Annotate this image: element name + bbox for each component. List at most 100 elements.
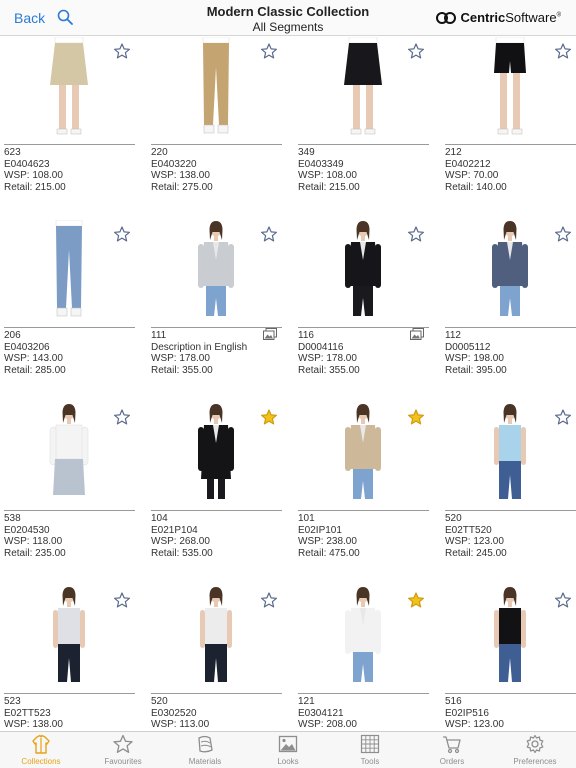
- card-divider: [4, 510, 135, 511]
- product-code: E0403206: [4, 341, 50, 353]
- product-number: 101: [298, 513, 315, 524]
- product-card[interactable]: 520 E0302520 WSP: 113.00: [151, 586, 282, 731]
- logo-text-software: Software: [505, 10, 557, 25]
- product-info: 520 E02TT520 WSP: 123.00 Retail: 245.00: [445, 513, 507, 559]
- product-card[interactable]: 520 E02TT520 WSP: 123.00 Retail: 245.00: [445, 403, 576, 583]
- product-retail: Retail: 535.00: [151, 547, 213, 559]
- favourite-star-filled-icon[interactable]: [261, 409, 277, 425]
- product-retail: Retail: 140.00: [445, 181, 507, 193]
- product-code: E02IP516: [445, 707, 489, 719]
- image-gallery-icon[interactable]: [263, 328, 277, 340]
- product-code: E0403220: [151, 158, 197, 170]
- product-code: Description in English: [151, 341, 248, 353]
- product-wsp: WSP: 108.00: [4, 170, 63, 182]
- product-retail: Retail: 355.00: [298, 364, 360, 376]
- product-number: 121: [298, 696, 315, 707]
- product-code: E0204530: [4, 524, 50, 536]
- favourite-star-icon[interactable]: [555, 43, 571, 59]
- product-card[interactable]: 101 E02IP101 WSP: 238.00 Retail: 475.00: [298, 403, 429, 583]
- product-card[interactable]: 206 E0403206 WSP: 143.00 Retail: 285.00: [4, 220, 135, 400]
- product-number: 520: [445, 513, 462, 524]
- favourite-star-icon[interactable]: [261, 43, 277, 59]
- favourite-star-icon[interactable]: [555, 409, 571, 425]
- product-wsp: WSP: 268.00: [151, 536, 210, 548]
- favourite-star-icon[interactable]: [114, 409, 130, 425]
- favourite-star-icon[interactable]: [114, 592, 130, 608]
- tab-looks[interactable]: Looks: [247, 732, 329, 768]
- product-card[interactable]: 111 Description in English WSP: 178.00 Reta…: [151, 220, 282, 400]
- product-retail: Retail: 245.00: [445, 547, 507, 559]
- image-gallery-icon[interactable]: [410, 328, 424, 340]
- logo-trademark: ®: [556, 12, 561, 19]
- favourite-star-icon[interactable]: [261, 592, 277, 608]
- product-card[interactable]: 523 E02TT523 WSP: 138.00: [4, 586, 135, 731]
- tab-preferences[interactable]: Preferences: [494, 732, 576, 768]
- product-code: E0404623: [4, 158, 50, 170]
- product-card[interactable]: 516 E02IP516 WSP: 123.00: [445, 586, 576, 731]
- product-code: D0004116: [298, 341, 344, 353]
- card-divider: [4, 693, 135, 694]
- product-card[interactable]: 538 E0204530 WSP: 118.00 Retail: 235.00: [4, 403, 135, 583]
- favourite-star-filled-icon[interactable]: [408, 409, 424, 425]
- card-divider: [151, 144, 282, 145]
- product-grid: 623 E0404623 WSP: 108.00 Retail: 215.00 220…: [0, 37, 576, 731]
- favourite-star-icon[interactable]: [114, 226, 130, 242]
- product-wsp: WSP: 138.00: [4, 719, 63, 731]
- product-code: E0302520: [151, 707, 197, 719]
- card-divider: [4, 327, 135, 328]
- product-info: 538 E0204530 WSP: 118.00 Retail: 235.00: [4, 513, 66, 559]
- tab-tools[interactable]: Tools: [329, 732, 411, 768]
- favourite-star-icon[interactable]: [408, 43, 424, 59]
- product-number: 516: [445, 696, 462, 707]
- product-card[interactable]: 220 E0403220 WSP: 138.00 Retail: 275.00: [151, 37, 282, 217]
- tab-label: Collections: [21, 757, 61, 766]
- tab-label: Favourites: [104, 757, 142, 766]
- product-info: 516 E02IP516 WSP: 123.00: [445, 696, 504, 731]
- product-info: 623 E0404623 WSP: 108.00 Retail: 215.00: [4, 147, 66, 193]
- product-wsp: WSP: 123.00: [445, 536, 504, 548]
- product-number: 111: [151, 330, 167, 341]
- product-card[interactable]: 104 E021P104 WSP: 268.00 Retail: 535.00: [151, 403, 282, 583]
- product-info: 112 D0005112 WSP: 198.00 Retail: 395.00: [445, 330, 507, 376]
- looks-icon: [278, 735, 298, 753]
- product-info: 121 E0304121 WSP: 208.00: [298, 696, 357, 731]
- product-retail: Retail: 275.00: [151, 181, 213, 193]
- product-card[interactable]: 121 E0304121 WSP: 208.00: [298, 586, 429, 731]
- favourite-star-icon[interactable]: [555, 592, 571, 608]
- product-wsp: WSP: 118.00: [4, 536, 63, 548]
- product-card[interactable]: 116 D0004116 WSP: 178.00 Retail: 355.00: [298, 220, 429, 400]
- favourite-star-icon[interactable]: [261, 226, 277, 242]
- product-card[interactable]: 623 E0404623 WSP: 108.00 Retail: 215.00: [4, 37, 135, 217]
- collections-icon: [32, 734, 50, 754]
- tab-bar: Collections Favourites Materials Looks Tools…: [0, 731, 576, 768]
- card-divider: [445, 327, 576, 328]
- favourite-star-icon[interactable]: [114, 43, 130, 59]
- product-number: 349: [298, 147, 315, 158]
- product-wsp: WSP: 178.00: [298, 353, 357, 365]
- product-number: 538: [4, 513, 21, 524]
- favourite-star-filled-icon[interactable]: [408, 592, 424, 608]
- favourite-star-icon[interactable]: [408, 226, 424, 242]
- tab-label: Looks: [277, 757, 299, 766]
- product-wsp: WSP: 143.00: [4, 353, 63, 365]
- product-card[interactable]: 212 E0402212 WSP: 70.00 Retail: 140.00: [445, 37, 576, 217]
- product-info: 116 D0004116 WSP: 178.00 Retail: 355.00: [298, 330, 360, 376]
- product-card[interactable]: 349 E0403349 WSP: 108.00 Retail: 215.00: [298, 37, 429, 217]
- tab-favourites[interactable]: Favourites: [82, 732, 164, 768]
- tab-materials[interactable]: Materials: [164, 732, 246, 768]
- product-number: 520: [151, 696, 168, 707]
- card-divider: [151, 510, 282, 511]
- product-retail: Retail: 235.00: [4, 547, 66, 559]
- product-info: 523 E02TT523 WSP: 138.00: [4, 696, 63, 731]
- favourite-star-icon[interactable]: [555, 226, 571, 242]
- product-number: 220: [151, 147, 168, 158]
- materials-icon: [198, 735, 213, 753]
- card-divider: [445, 693, 576, 694]
- tools-grid-icon: [360, 734, 380, 754]
- tab-orders[interactable]: Orders: [411, 732, 493, 768]
- product-card[interactable]: 112 D0005112 WSP: 198.00 Retail: 395.00: [445, 220, 576, 400]
- product-wsp: WSP: 238.00: [298, 536, 357, 548]
- product-code: E02TT523: [4, 707, 51, 719]
- tab-collections[interactable]: Collections: [0, 732, 82, 768]
- preferences-gear-icon: [526, 734, 544, 754]
